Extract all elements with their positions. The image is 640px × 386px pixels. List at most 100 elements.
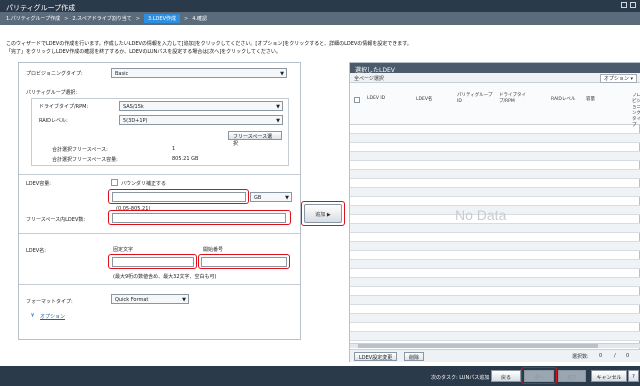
table-row [350, 152, 640, 161]
total-free-capacity-label: 合計選択フリースペース容量: [52, 157, 118, 163]
drive-type-select[interactable]: SAS/15k ▼ [119, 101, 283, 111]
table-row [350, 197, 640, 206]
table-row [350, 332, 640, 341]
horizontal-scrollbar[interactable] [350, 343, 640, 348]
instruction-line-1: このウィザードでLDEVの作成を行います。作成したいLDEVの情報を入力して[追… [6, 41, 412, 47]
options-link[interactable]: オプション [40, 313, 65, 320]
table-row [350, 125, 640, 134]
total-free-space-label: 合計選択フリースペース: [52, 147, 108, 153]
back-button[interactable]: 戻る [491, 370, 521, 382]
highlight-ldev-count [108, 210, 291, 225]
selected-ldev-header: 選択したLDEV [350, 63, 640, 74]
change-ldev-settings-button[interactable]: LDEV設定変更 [354, 352, 398, 361]
parity-group-select-label: パリティグループ選択: [26, 90, 78, 96]
restore-icon[interactable] [621, 2, 627, 8]
selected-count: 0 [599, 353, 603, 359]
instruction-line-2: 「完了」をクリックしLDEV作成の確認を終了するか、LDEVのLUNパスを設定す… [6, 49, 281, 55]
divider [19, 233, 300, 234]
scrollbar-thumb[interactable] [358, 344, 598, 348]
finish-button[interactable]: 完了 [558, 370, 586, 382]
table-row [350, 323, 640, 332]
wizard-separator: > [184, 15, 189, 22]
table-row [350, 305, 640, 314]
divider [19, 174, 300, 175]
table-row [350, 143, 640, 152]
ldev-settings-panel: プロビジョニングタイプ: Basic ▼ パリティグループ選択: ドライブタイプ… [18, 62, 301, 340]
table-row [350, 179, 640, 188]
total-free-capacity-value: 805.21 GB [172, 156, 199, 162]
grid-header: LDEV ID LDEV名 パリティグループID ドライブタイプ/RPM RAI… [350, 83, 640, 128]
column-raid-level[interactable]: RAIDレベル [551, 96, 575, 102]
table-row [350, 233, 640, 242]
raid-level-value: 5(3D+1P) [123, 118, 148, 124]
cancel-button[interactable]: キャンセル [591, 370, 627, 382]
table-row [350, 224, 640, 233]
drive-type-value: SAS/15k [123, 104, 144, 110]
capacity-unit-select[interactable]: GB ▼ [250, 192, 292, 202]
highlight-add-button [301, 201, 345, 226]
provisioning-type-value: Basic [115, 71, 129, 77]
raid-level-select[interactable]: 5(3D+1P) ▼ [119, 115, 283, 125]
table-row [350, 314, 640, 323]
double-chevron-down-icon: ¥ [31, 313, 35, 319]
wizard-step-3: 3.LDEV作成 [144, 14, 180, 23]
ldev-name-label: LDEV名: [26, 248, 46, 254]
free-space-select-button[interactable]: フリースペース選択 [228, 131, 282, 147]
select-all-checkbox[interactable] [354, 97, 360, 103]
next-task-label: 次のタスク: LUNパス追加 [431, 375, 490, 381]
format-type-label: フォーマットタイプ: [26, 299, 73, 305]
table-row [350, 251, 640, 260]
close-icon[interactable] [630, 2, 636, 8]
highlight-next-button [521, 367, 557, 384]
column-ldev-name[interactable]: LDEV名 [416, 96, 432, 102]
drive-type-label: ドライブタイプ/RPM: [39, 104, 89, 110]
table-row [350, 170, 640, 179]
wizard-steps: 1.パリティグループ作成 > 2.スペアドライブ割り当て > 3.LDEV作成 … [0, 12, 640, 25]
table-row [350, 242, 640, 251]
fixed-char-label: 固定文字 [113, 247, 134, 253]
delete-button[interactable]: 削除 [404, 352, 425, 361]
ldev-count-label: フリースペース内LDEV数: [26, 217, 86, 223]
table-row [350, 278, 640, 287]
table-row [350, 161, 640, 170]
no-data-message: No Data [455, 207, 507, 223]
instructions: このウィザードでLDEVの作成を行います。作成したいLDEVの情報を入力して[追… [6, 40, 626, 56]
ldev-capacity-label: LDEV容量: [26, 181, 51, 187]
window-title-bar: パリティグループ作成 [0, 0, 640, 12]
highlight-capacity [108, 189, 249, 204]
select-all-pages-button[interactable]: 全ページ選択 [354, 75, 384, 82]
help-button[interactable]: ? [628, 370, 639, 382]
column-parity-group[interactable]: パリティグループID [457, 93, 493, 105]
provisioning-type-label: プロビジョニングタイプ: [26, 71, 83, 77]
provisioning-type-select[interactable]: Basic ▼ [111, 68, 287, 78]
ldev-name-hint: (最大9桁の数値含め、最大32文字、空白も可) [113, 274, 217, 280]
total-count: 0 [626, 353, 630, 359]
format-type-value: Quick Format [115, 297, 149, 303]
boundary-checkbox[interactable] [111, 179, 118, 186]
column-ldev-id[interactable]: LDEV ID [367, 96, 385, 101]
column-drive-type[interactable]: ドライブタイプ/RPM [499, 93, 535, 105]
highlight-fixed-char [108, 254, 197, 269]
dropdown-arrow-icon: ▼ [276, 118, 280, 124]
format-type-select[interactable]: Quick Format ▼ [111, 294, 189, 304]
table-row [350, 296, 640, 305]
selected-ldev-toolbar: 全ページ選択 オプション ▾ [350, 73, 640, 83]
divider [19, 284, 300, 285]
table-row [350, 287, 640, 296]
selected-ldev-footer: LDEV設定変更 削除 選択数: 0 / 0 [350, 349, 640, 362]
window-title: パリティグループ作成 [6, 4, 76, 12]
column-capacity[interactable]: 容量 [586, 96, 595, 102]
capacity-unit-value: GB [254, 195, 262, 201]
selected-count-label: 選択数: [572, 354, 589, 360]
table-row [350, 269, 640, 278]
raid-level-label: RAIDレベル: [39, 118, 68, 124]
dropdown-arrow-icon: ▼ [276, 104, 280, 110]
options-dropdown[interactable]: オプション ▾ [599, 74, 637, 83]
column-provisioning[interactable]: プロビジョニングタイプ [632, 93, 640, 129]
wizard-step-4: 4.確認 [192, 16, 207, 22]
parity-group-fieldset: ドライブタイプ/RPM: SAS/15k ▼ RAIDレベル: 5(3D+1P)… [31, 98, 289, 166]
highlight-start-number [198, 254, 290, 269]
table-row [350, 134, 640, 143]
total-free-space-value: 1 [172, 146, 176, 152]
dropdown-arrow-icon: ▼ [280, 71, 284, 77]
